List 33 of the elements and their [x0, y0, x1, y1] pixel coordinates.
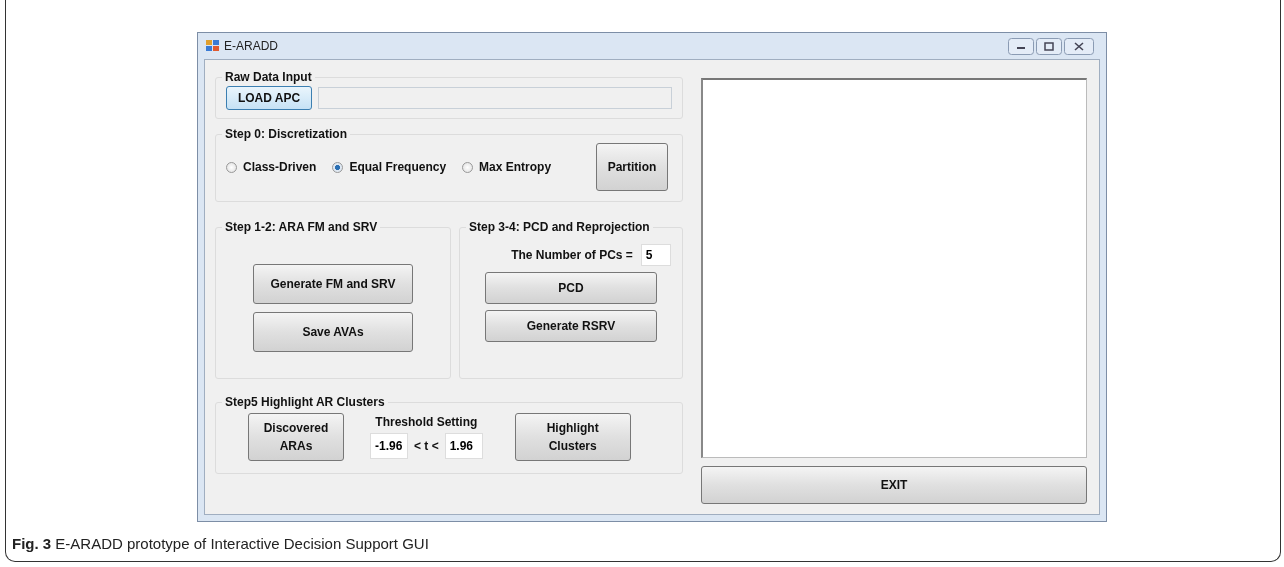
group-title: Step 1-2: ARA FM and SRV: [224, 220, 379, 234]
maximize-icon[interactable]: [1036, 37, 1062, 55]
pcs-label: The Number of PCs =: [511, 248, 633, 262]
radio-button[interactable]: [332, 161, 344, 173]
radio-label: Max Entropy: [479, 160, 552, 174]
radio-label: Equal Frequency: [349, 160, 447, 174]
discovered-button[interactable]: Discovered ARAs: [248, 413, 344, 461]
group-title: Raw Data Input: [224, 70, 313, 84]
pcs-input-field[interactable]: 5: [640, 244, 671, 266]
exit-button[interactable]: EXIT: [701, 466, 1087, 504]
action-button[interactable]: Generate RSRV: [485, 310, 657, 342]
app-icon: [206, 40, 220, 52]
load-button[interactable]: LOAD APC: [226, 86, 312, 110]
radio-label: Class-Driven: [243, 160, 317, 174]
figure-caption: Fig. 3 E-ARADD prototype of Interactive Decision Support GUI: [12, 535, 429, 552]
group-title: Step5 Highlight AR Clusters: [224, 395, 386, 409]
threshold-label: Threshold Setting: [375, 415, 478, 429]
radio-button[interactable]: [462, 161, 474, 173]
upper-bound-field[interactable]: 1.96: [444, 433, 483, 459]
action-button[interactable]: Save AVAs: [253, 312, 413, 352]
file-path-field[interactable]: [318, 87, 672, 109]
lower-bound-field[interactable]: -1.96: [370, 433, 408, 459]
group-title: Step 3-4: PCD and Reprojection: [468, 220, 651, 234]
radio-button[interactable]: [226, 161, 237, 173]
minimize-icon[interactable]: [1008, 37, 1034, 55]
action-button[interactable]: PCD: [485, 272, 657, 304]
partition-button[interactable]: Partition: [596, 143, 668, 191]
action-button[interactable]: Generate FM and SRV: [253, 264, 413, 304]
inequality-label: < t <: [414, 439, 439, 453]
close-icon[interactable]: [1064, 37, 1094, 55]
group-title: Step 0: Discretization: [224, 127, 349, 141]
highlight-button[interactable]: Highlight Clusters: [514, 413, 631, 461]
window-title: E-ARADD: [224, 39, 278, 53]
